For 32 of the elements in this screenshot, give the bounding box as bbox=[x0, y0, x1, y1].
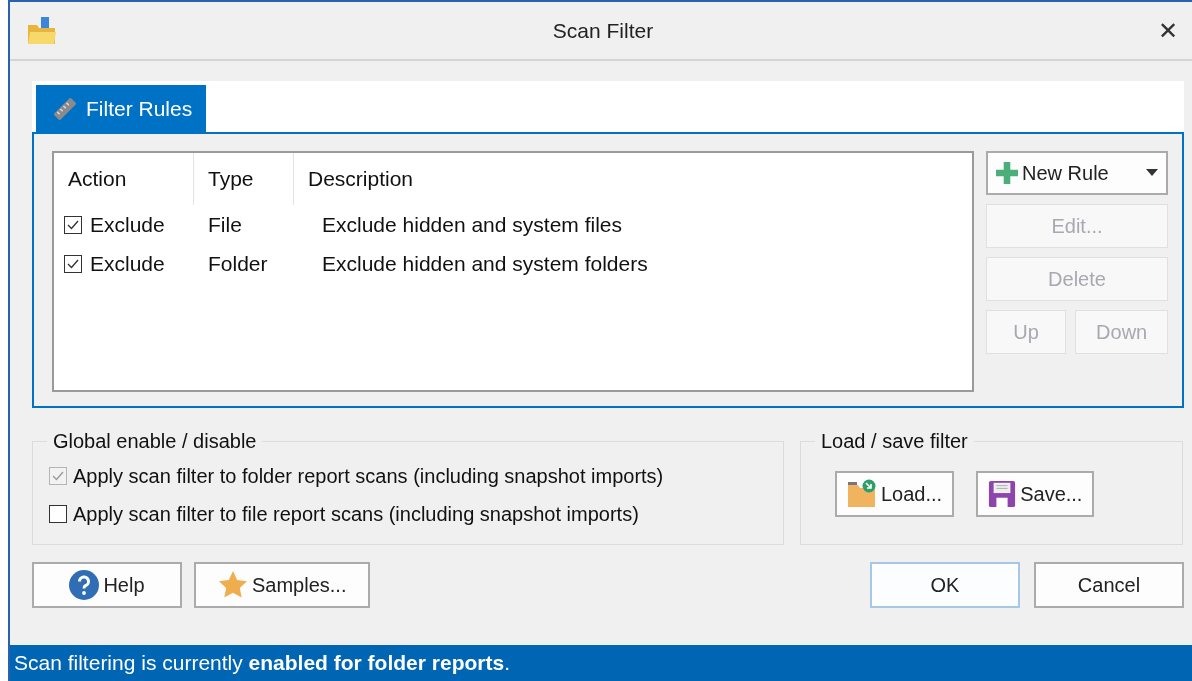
help-button[interactable]: Help bbox=[32, 562, 182, 608]
option-checkbox[interactable] bbox=[49, 505, 67, 523]
group-title: Global enable / disable bbox=[52, 430, 258, 453]
save-button[interactable]: Save... bbox=[976, 471, 1095, 517]
column-header[interactable]: Description bbox=[294, 153, 972, 205]
status-text: Scan filtering is currently enabled for folder reports. bbox=[14, 651, 510, 675]
load-button[interactable]: Load... bbox=[835, 471, 955, 517]
table-cell-text: Exclude hidden and system files bbox=[321, 212, 623, 237]
samples-button[interactable]: Samples... bbox=[194, 562, 371, 608]
help-icon bbox=[69, 570, 100, 600]
caret-icon bbox=[1146, 169, 1158, 177]
cancel-button[interactable]: Cancel bbox=[1034, 562, 1184, 608]
group-title: Load / save filter bbox=[820, 430, 969, 453]
option-label[interactable]: Apply scan filter to file report scans (including snapshot imports) bbox=[73, 502, 639, 526]
rule-checkbox[interactable] bbox=[64, 254, 82, 273]
folder-icon bbox=[847, 479, 877, 509]
table-cell-text: Exclude hidden and system folders bbox=[321, 251, 649, 276]
filter-rules-tab[interactable]: Filter Rules bbox=[36, 85, 207, 132]
table-cell: Exclude bbox=[90, 212, 165, 237]
rule-checkbox[interactable] bbox=[64, 215, 82, 234]
plus-icon bbox=[996, 162, 1018, 184]
table-cell: Exclude bbox=[90, 251, 165, 276]
new-rule-button[interactable]: New Rule bbox=[986, 151, 1168, 195]
column-header[interactable]: Type bbox=[194, 153, 294, 205]
column-header[interactable]: Action bbox=[54, 153, 194, 205]
window-title: Scan Filter bbox=[551, 18, 655, 43]
app-folder-icon bbox=[26, 14, 58, 47]
table-cell-text: File bbox=[207, 212, 243, 237]
close-button[interactable]: ✕ bbox=[1148, 16, 1188, 45]
star-icon bbox=[218, 570, 248, 600]
ok-button[interactable]: OK bbox=[870, 562, 1020, 608]
table-cell-text: Folder bbox=[207, 251, 269, 276]
